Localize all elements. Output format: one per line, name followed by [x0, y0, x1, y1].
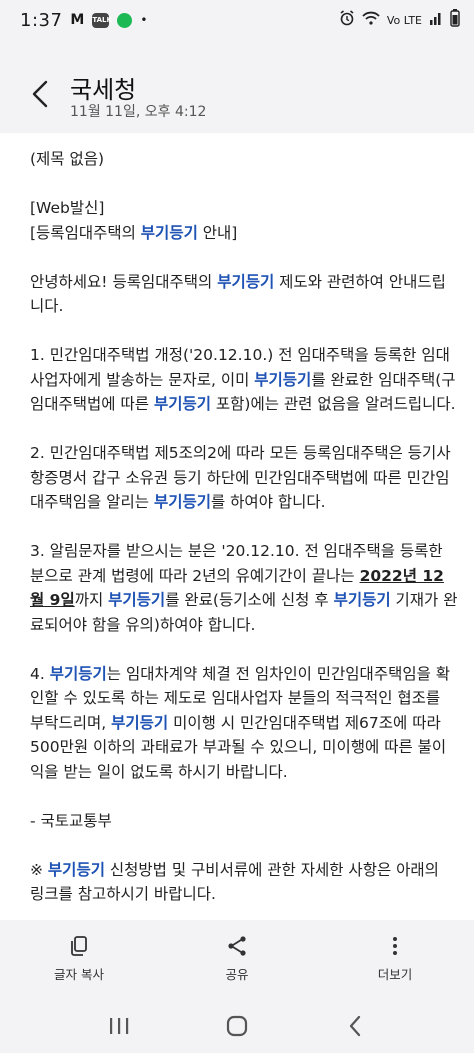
- recent-apps-button[interactable]: [99, 1006, 139, 1046]
- highlighted-keyword: 부기등기: [153, 493, 211, 511]
- status-time: 1:37: [20, 9, 63, 31]
- system-nav-bar: [0, 998, 474, 1053]
- signal-icon: [429, 11, 443, 29]
- message-text-segment: 안녕하세요! 등록임대주택의: [30, 272, 218, 291]
- message-text-segment: 4.: [30, 664, 50, 683]
- message-text[interactable]: (제목 없음) [Web발신] [등록임대주택의 부기등기 안내] 안녕하세요! 등…: [30, 147, 458, 907]
- highlighted-keyword: 부기등기: [254, 370, 312, 389]
- more-icon: [393, 937, 397, 955]
- message-paragraph: ※ 부기등기 신청방법 및 구비서류에 관한 자세한 사항은 아래의 링크를 참…: [30, 858, 458, 907]
- volte-indicator: Vo LTE: [386, 13, 422, 27]
- highlighted-keyword: 부기등기: [108, 591, 166, 609]
- highlighted-keyword: 부기등기: [111, 713, 169, 732]
- message-paragraph: 3. 알림문자를 받으시는 분은 '20.12.10. 전 임대주택을 등록한 …: [30, 539, 458, 637]
- chat-app-icon: [117, 12, 133, 28]
- share-icon: [228, 936, 246, 956]
- wifi-icon: [362, 11, 380, 29]
- home-button[interactable]: [217, 1006, 257, 1046]
- highlighted-keyword: 부기등기: [49, 664, 107, 683]
- alarm-icon: [339, 10, 355, 30]
- highlighted-keyword: 부기등기: [217, 272, 275, 291]
- share-button[interactable]: 공유: [158, 920, 316, 998]
- message-text-segment: - 국토교통부: [30, 811, 112, 830]
- message-text-segment: 포함)에는 관련 없음을 알려드립니다.: [210, 395, 456, 413]
- copy-text-label: 글자 복사: [54, 967, 104, 982]
- more-label: 더보기: [377, 967, 413, 982]
- conversation-header: 국세청 11월 11일, 오후 4:12: [0, 60, 474, 130]
- status-bar: 1:37 M TALK • Vo LTE: [0, 0, 474, 40]
- highlighted-keyword: 부기등기: [140, 223, 198, 242]
- notification-dot: •: [140, 13, 148, 27]
- sender-name: 국세청: [70, 76, 137, 104]
- message-paragraph: [Web발신] [등록임대주택의 부기등기 안내]: [30, 196, 458, 245]
- copy-text-button[interactable]: 글자 복사: [0, 920, 158, 998]
- message-body: (제목 없음) [Web발신] [등록임대주택의 부기등기 안내] 안녕하세요! 등…: [0, 133, 474, 920]
- message-paragraph: (제목 없음): [30, 147, 458, 172]
- home-icon: [226, 1015, 248, 1036]
- nav-back-icon: [349, 1015, 361, 1036]
- highlighted-keyword: 부기등기: [153, 395, 211, 413]
- highlighted-keyword: 부기등기: [333, 591, 391, 609]
- message-paragraph: 2. 민간임대주택법 제5조의2에 따라 모든 등록임대주택은 등기사항증명서 …: [30, 441, 458, 515]
- back-button[interactable]: [28, 80, 52, 108]
- kakaotalk-icon: TALK: [92, 12, 112, 28]
- message-paragraph: 4. 부기등기는 임대차계약 체결 전 임차인이 민간임대주택임을 확인할 수 …: [30, 662, 458, 785]
- message-text-segment: (제목 없음): [30, 150, 105, 168]
- action-bar: 글자 복사 공유 더보기: [0, 920, 474, 998]
- message-text-segment: 안내]: [197, 223, 238, 242]
- share-label: 공유: [225, 967, 249, 982]
- message-paragraph: - 국토교통부: [30, 809, 458, 834]
- nav-back-button[interactable]: [335, 1006, 375, 1046]
- message-text-segment: 를 하여야 합니다.: [210, 493, 326, 511]
- message-text-segment: [Web발신] [등록임대주택의: [30, 199, 136, 242]
- message-text-segment: 를 완료(등기소에 신청 후: [165, 591, 334, 609]
- battery-icon: [450, 9, 460, 31]
- gmail-icon: M: [70, 12, 85, 28]
- message-text-segment: 까지: [74, 591, 109, 609]
- recent-apps-icon: [110, 1017, 129, 1034]
- highlighted-keyword: 부기등기: [47, 860, 105, 879]
- copy-icon: [71, 936, 87, 956]
- more-button[interactable]: 더보기: [316, 920, 474, 998]
- message-paragraph: 1. 민간임대주택법 개정('20.12.10.) 전 임대주택을 등록한 임대…: [30, 343, 458, 417]
- chevron-left-icon: [32, 80, 48, 108]
- message-text-segment: ※: [30, 860, 48, 879]
- message-paragraph: 안녕하세요! 등록임대주택의 부기등기 제도와 관련하여 안내드립니다.: [30, 270, 458, 319]
- message-timestamp: 11월 11일, 오후 4:12: [70, 104, 207, 120]
